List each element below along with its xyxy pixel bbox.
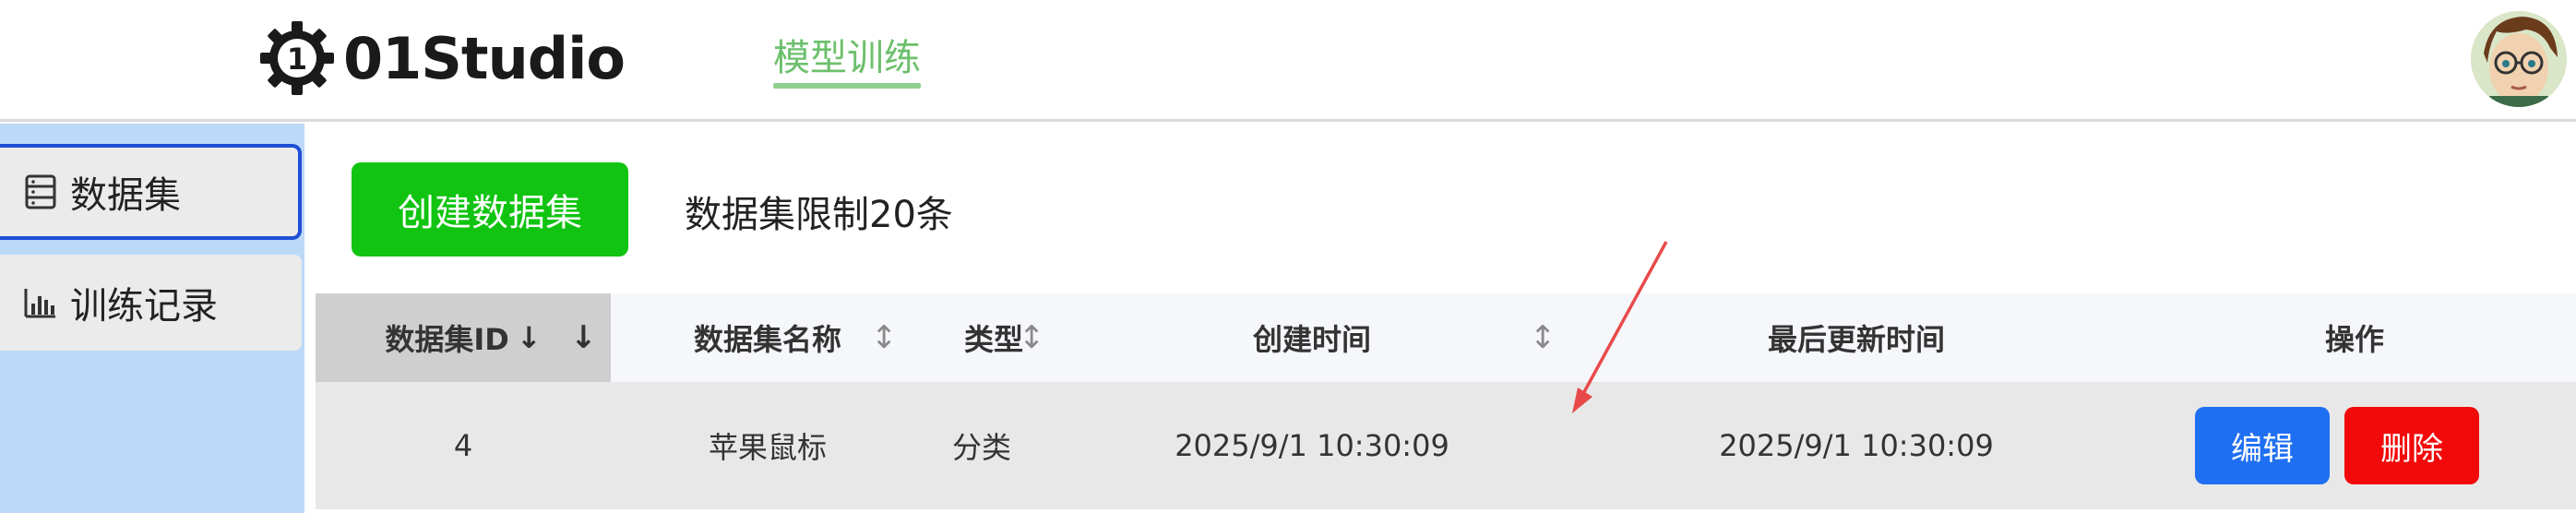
dataset-limit-text: 数据集限制20条 [685, 194, 953, 236]
sort-toggle-icon[interactable]: ↕ [1019, 293, 1045, 382]
table-header: 数据集ID ↓ ↓ 数据集名称 ↕ 类型 ↕ 创建时间 ↕ 最后更新时间 操作 [316, 293, 2576, 382]
sidebar-item-training-records[interactable]: 训练记录 [0, 255, 302, 351]
avatar-image-icon [2471, 11, 2567, 107]
sidebar: 数据集 训练记录 [0, 124, 304, 513]
cell-id: 4 [453, 428, 473, 463]
column-header-id[interactable]: 数据集ID ↓ [316, 293, 611, 382]
cell-updated: 2025/9/1 10:30:09 [1719, 428, 1994, 463]
nav-tab-label: 模型训练 [773, 37, 921, 79]
edit-button[interactable]: 编辑 [2195, 407, 2330, 484]
create-dataset-button[interactable]: 创建数据集 [352, 162, 628, 256]
bar-chart-icon [22, 284, 59, 321]
list-icon [22, 173, 59, 210]
column-header-name[interactable]: 数据集名称 [666, 293, 869, 382]
column-header-label: 类型 [963, 322, 1023, 357]
sort-toggle-icon[interactable]: ↕ [871, 293, 898, 382]
cell-created: 2025/9/1 10:30:09 [1175, 428, 1449, 463]
active-tab-underline [773, 83, 921, 89]
column-header-actions: 操作 [2244, 293, 2465, 382]
avatar[interactable] [2471, 11, 2567, 107]
delete-button[interactable]: 删除 [2344, 407, 2479, 484]
sort-toggle-icon[interactable]: ↕ [1530, 293, 1556, 382]
sidebar-item-label: 训练记录 [70, 285, 218, 328]
column-header-label: 数据集ID [385, 322, 509, 357]
column-header-created[interactable]: 创建时间 [1174, 293, 1450, 382]
cell-name: 苹果鼠标 [708, 430, 827, 465]
top-navigation-bar: 1 01Studio 模型训练 [0, 0, 2576, 122]
column-header-label: 数据集名称 [693, 322, 841, 357]
sort-desc-icon[interactable]: ↓ [570, 293, 597, 382]
gear-logo-icon: 1 [260, 21, 334, 95]
sidebar-item-datasets[interactable]: 数据集 [0, 144, 302, 240]
cell-type: 分类 [952, 430, 1012, 465]
column-header-label: 创建时间 [1252, 322, 1371, 357]
logo-text: 01Studio [343, 24, 626, 92]
sidebar-item-label: 数据集 [70, 174, 181, 217]
logo[interactable]: 1 01Studio [258, 18, 626, 98]
nav-tab-model-training[interactable]: 模型训练 [773, 28, 921, 89]
logo-badge: 1 [287, 42, 307, 77]
column-header-label: 操作 [2324, 322, 2384, 357]
column-header-updated: 最后更新时间 [1681, 293, 2032, 382]
column-header-label: 最后更新时间 [1767, 322, 1945, 357]
sort-desc-icon: ↓ [516, 320, 542, 355]
table-row: 4 苹果鼠标 分类 2025/9/1 10:30:09 2025/9/1 10:… [316, 382, 2576, 509]
